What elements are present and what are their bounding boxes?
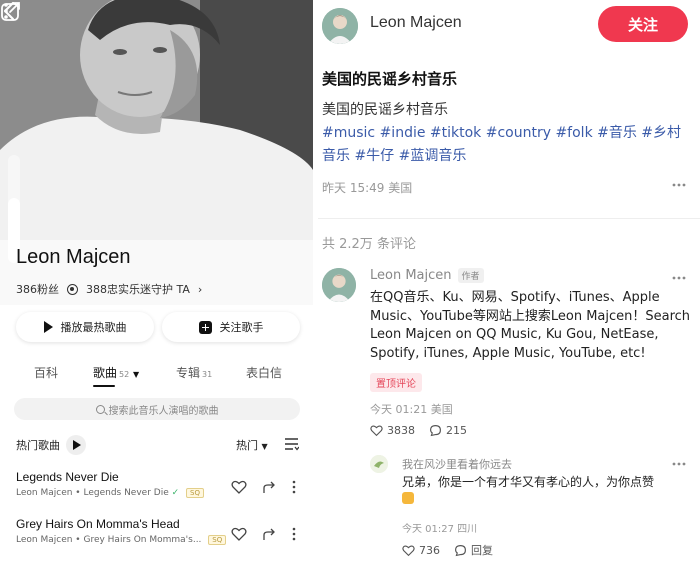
- heart-icon: [370, 425, 383, 437]
- sort-dropdown[interactable]: 热门 ▼: [236, 437, 268, 453]
- tab-letters[interactable]: 表白信: [246, 364, 282, 381]
- heart-icon[interactable]: [231, 526, 247, 542]
- share-song-icon[interactable]: [262, 526, 278, 542]
- like-count: 3838: [387, 424, 415, 437]
- reply-date: 今天 01:27 四川: [402, 524, 478, 535]
- post-date: 昨天 15:49 美国: [322, 181, 413, 195]
- search-icon: [95, 404, 105, 414]
- more-horizontal-icon[interactable]: [672, 462, 686, 466]
- thumbs-up-icon: [402, 492, 414, 504]
- reply-label: 回复: [471, 544, 493, 557]
- more-vertical-icon[interactable]: [0, 0, 12, 22]
- follow-artist-button[interactable]: 关注歌手: [162, 312, 300, 342]
- commenter-name[interactable]: Leon Majcen: [370, 268, 452, 283]
- song-meta: Leon Majcen • Legends Never Die ✓ SQ: [16, 488, 204, 498]
- post-description: 美国的民谣乡村音乐 #music #indie #tiktok #country…: [322, 99, 694, 168]
- replier-name[interactable]: 我在风沙里看着你远去: [402, 456, 512, 472]
- pinned-badge: 置顶评论: [370, 373, 422, 392]
- artist-page: Leon Majcen 386粉丝 388忠实乐迷守护 TA › 播放最热歌曲 …: [0, 0, 313, 565]
- song-album: Legends Never Die: [83, 488, 169, 498]
- tab-songs[interactable]: 歌曲 52 ▼: [93, 364, 139, 381]
- artist-name: Leon Majcen: [16, 246, 131, 268]
- sort-label: 热门: [236, 439, 258, 452]
- reply-reply-button[interactable]: 回复: [454, 542, 493, 558]
- post-hashtags[interactable]: #music #indie #tiktok #country #folk #音乐…: [322, 122, 694, 168]
- hot-songs-header: 热门歌曲 热门 ▼: [16, 435, 300, 455]
- replier-avatar[interactable]: [370, 455, 388, 473]
- divider: [318, 218, 700, 219]
- tab-wiki[interactable]: 百科: [34, 364, 58, 381]
- reply-like-button[interactable]: 736: [402, 544, 440, 557]
- follow-button[interactable]: 关注: [598, 6, 688, 42]
- like-button[interactable]: 3838: [370, 424, 415, 437]
- more-vertical-icon[interactable]: [291, 526, 297, 542]
- commenter-avatar[interactable]: [322, 268, 356, 302]
- guardian-icon: [67, 283, 78, 295]
- author-avatar[interactable]: [322, 8, 358, 44]
- reply-count: 215: [446, 424, 467, 437]
- follow-artist-label: 关注歌手: [219, 321, 264, 334]
- fans-count[interactable]: 386粉丝: [16, 281, 59, 297]
- author-name[interactable]: Leon Majcen: [370, 14, 462, 32]
- post-page: Leon Majcen 关注 美国的民谣乡村音乐 美国的民谣乡村音乐 #musi…: [318, 0, 700, 565]
- tab-wiki-label: 百科: [34, 366, 59, 380]
- more-vertical-icon[interactable]: [291, 479, 297, 495]
- tab-albums[interactable]: 专辑 31: [176, 364, 212, 381]
- heart-icon[interactable]: [231, 479, 247, 495]
- play-icon: [43, 321, 53, 333]
- chevron-right-icon[interactable]: ›: [198, 283, 202, 296]
- song-title: Legends Never Die: [16, 470, 119, 484]
- play-hot-songs-button[interactable]: 播放最热歌曲: [16, 312, 154, 342]
- sort-chevron-icon: ▼: [261, 442, 268, 451]
- list-menu-icon[interactable]: [284, 437, 299, 451]
- plus-icon: [198, 320, 212, 334]
- song-artist: Leon Majcen: [16, 535, 73, 545]
- active-tab-indicator: [93, 385, 115, 387]
- comment-date: 今天 01:21 美国: [370, 403, 453, 416]
- comment-bubble-icon: [455, 544, 466, 556]
- artist-tabs: 百科 歌曲 52 ▼ 专辑 31 表白信: [0, 364, 313, 387]
- comment-actions: 3838 215: [370, 424, 467, 437]
- song-artist: Leon Majcen: [16, 488, 73, 498]
- more-horizontal-icon[interactable]: [672, 183, 686, 187]
- heart-icon: [402, 544, 415, 556]
- quality-badge: SQ: [208, 535, 227, 545]
- song-meta: Leon Majcen • Grey Hairs On Momma's... S…: [16, 535, 227, 545]
- song-row[interactable]: Grey Hairs On Momma's Head Leon Majcen •…: [16, 517, 306, 551]
- reply-text: 兄弟，你是一个有才华又有孝心的人，为你点赞: [402, 474, 690, 508]
- artist-hero-photo: Leon Majcen 386粉丝 388忠实乐迷守护 TA ›: [0, 0, 313, 305]
- comment-total: 共 2.2万 条评论: [322, 237, 416, 252]
- post-desc-text: 美国的民谣乡村音乐: [322, 102, 448, 118]
- song-search-input[interactable]: 搜索此音乐人演唱的歌曲: [14, 398, 300, 420]
- quality-badge: SQ: [186, 488, 204, 498]
- tab-albums-count: 31: [202, 370, 213, 379]
- artist-stats: 386粉丝 388忠实乐迷守护 TA ›: [16, 281, 202, 297]
- play-hot-label: 播放最热歌曲: [60, 321, 127, 334]
- comment-text: 在QQ音乐、Ku、网易、Spotify、iTunes、Apple Music、Y…: [370, 290, 691, 361]
- comment-bubble-icon: [430, 425, 441, 437]
- song-album: Grey Hairs On Momma's...: [83, 535, 202, 545]
- song-title: Grey Hairs On Momma's Head: [16, 517, 180, 531]
- song-row[interactable]: Legends Never Die Leon Majcen • Legends …: [16, 470, 306, 504]
- tab-songs-label: 歌曲: [93, 366, 118, 380]
- commenter-name-row: Leon Majcen 作者: [370, 268, 484, 283]
- play-all-button[interactable]: [66, 435, 86, 455]
- reply-text-content: 兄弟，你是一个有才华又有孝心的人，为你点赞: [402, 475, 655, 489]
- author-badge: 作者: [457, 268, 484, 283]
- tab-letters-label: 表白信: [246, 366, 283, 380]
- reply-actions: 736 回复: [402, 542, 493, 558]
- tab-albums-label: 专辑: [176, 366, 201, 380]
- post-title: 美国的民谣乡村音乐: [322, 70, 458, 88]
- hot-songs-label: 热门歌曲: [16, 439, 60, 452]
- search-placeholder: 搜索此音乐人演唱的歌曲: [108, 405, 219, 417]
- share-song-icon[interactable]: [262, 479, 278, 495]
- reply-like-count: 736: [419, 543, 440, 557]
- more-horizontal-icon[interactable]: [672, 276, 686, 280]
- reply-button[interactable]: 215: [429, 424, 467, 437]
- chevron-down-icon: ▼: [133, 370, 140, 379]
- tab-songs-count: 52: [119, 370, 130, 379]
- verified-icon: ✓: [171, 488, 180, 498]
- guardians-count[interactable]: 388忠实乐迷守护 TA: [86, 281, 190, 297]
